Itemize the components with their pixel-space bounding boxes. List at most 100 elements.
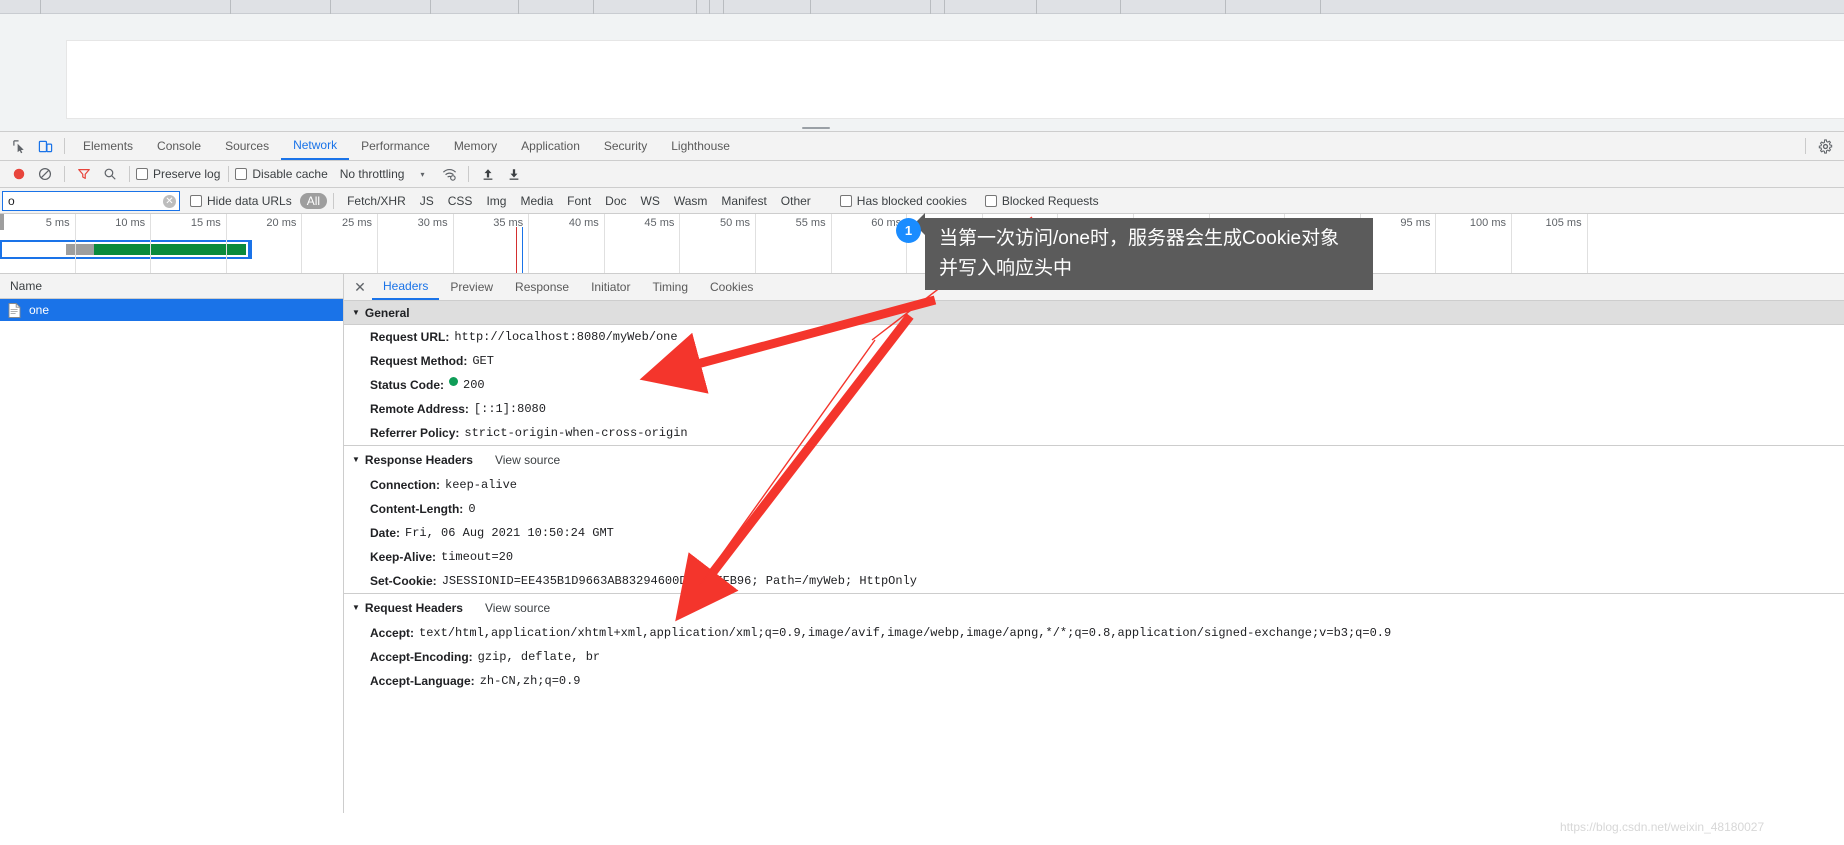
tab-network[interactable]: Network <box>281 132 350 160</box>
filter-type-css[interactable]: CSS <box>441 193 480 209</box>
detail-tab-preview[interactable]: Preview <box>439 274 504 300</box>
hide-data-urls-checkbox[interactable]: Hide data URLs <box>190 194 292 208</box>
import-har-up-arrow-icon[interactable] <box>475 161 501 187</box>
request-row-one[interactable]: one <box>0 299 343 321</box>
search-input[interactable] <box>2 190 180 211</box>
row-accept-language: Accept-Language: zh-CN,zh;q=0.9 <box>344 669 1844 693</box>
ruler-tick-label: 75 ms <box>1098 217 1128 229</box>
export-har-down-arrow-icon[interactable] <box>501 161 527 187</box>
ruler-tick-label: 30 ms <box>417 217 448 229</box>
filter-type-doc[interactable]: Doc <box>598 193 633 209</box>
filter-type-img[interactable]: Img <box>479 193 513 209</box>
disable-cache-checkbox[interactable]: Disable cache <box>235 167 328 181</box>
preserve-log-box[interactable] <box>136 168 148 180</box>
ruler-tick-label: 25 ms <box>342 217 372 229</box>
settings-gear-icon[interactable] <box>1812 133 1838 159</box>
triangle-collapse-icon-response[interactable]: ▼ <box>352 455 360 464</box>
tab-lighthouse[interactable]: Lighthouse <box>659 132 742 160</box>
detail-tab-headers[interactable]: Headers <box>372 274 440 300</box>
ruler-tick-line <box>1057 214 1059 273</box>
ruler-tick-label: 95 ms <box>1400 217 1431 229</box>
tab-security[interactable]: Security <box>592 132 659 160</box>
filter-type-ws[interactable]: WS <box>634 193 667 209</box>
detail-tab-timing[interactable]: Timing <box>641 274 699 300</box>
netbar-divider-3 <box>228 166 230 182</box>
network-conditions-icon[interactable] <box>436 161 462 187</box>
request-name-label: one <box>29 303 50 317</box>
browser-tabstrip[interactable] <box>0 0 1844 14</box>
request-detail-pane: ✕ Headers Preview Response Initiator Tim… <box>344 274 1844 813</box>
filter-type-all[interactable]: All <box>299 192 328 209</box>
triangle-collapse-icon-request[interactable]: ▼ <box>352 603 360 612</box>
key-date: Date: <box>370 526 401 540</box>
hide-data-urls-label: Hide data URLs <box>207 193 292 208</box>
disable-cache-box[interactable] <box>235 168 248 180</box>
tab-console[interactable]: Console <box>145 132 213 160</box>
inspect-element-icon[interactable] <box>6 133 32 159</box>
preserve-log-checkbox[interactable]: Preserve log <box>136 167 220 181</box>
has-blocked-cookies-checkbox[interactable]: Has blocked cookies <box>839 194 967 208</box>
filter-type-js[interactable]: JS <box>413 193 441 209</box>
filter-type-media[interactable]: Media <box>513 193 560 209</box>
filter-type-font[interactable]: Font <box>560 193 598 209</box>
view-source-request[interactable]: View source <box>485 601 550 615</box>
ruler-tick-line <box>679 214 681 273</box>
filter-type-other[interactable]: Other <box>774 193 818 209</box>
section-header-general[interactable]: ▼ General <box>344 301 1844 325</box>
detail-tab-initiator[interactable]: Initiator <box>580 274 641 300</box>
section-title-response-headers: Response Headers <box>364 452 473 467</box>
ruler-tick-label: 55 ms <box>795 217 826 229</box>
chevron-down-icon[interactable]: ▾ <box>420 170 424 179</box>
ruler-tick-label: 20 ms <box>266 217 297 229</box>
detail-tab-cookies[interactable]: Cookies <box>699 274 764 300</box>
clear-filter-icon[interactable]: ✕ <box>163 194 176 208</box>
devtools-tabbar: Elements Console Sources Network Perform… <box>0 132 1844 161</box>
section-title-general: General <box>364 305 410 320</box>
ruler-tick-line <box>452 214 454 273</box>
ruler-tick-line <box>225 214 227 273</box>
overview-dcl-marker <box>516 227 517 273</box>
section-header-request-headers[interactable]: ▼ Request Headers View source <box>344 593 1844 621</box>
section-title-request-headers: Request Headers <box>364 600 463 615</box>
row-request-method: Request Method: GET <box>344 349 1844 373</box>
section-header-response-headers[interactable]: ▼ Response Headers View source <box>344 445 1844 473</box>
preserve-log-label: Preserve log <box>153 167 221 181</box>
tab-memory[interactable]: Memory <box>442 132 509 160</box>
request-list-header[interactable]: Name <box>0 274 343 299</box>
tab-performance[interactable]: Performance <box>349 132 442 160</box>
device-toolbar-icon[interactable] <box>32 133 58 159</box>
detail-tab-response[interactable]: Response <box>504 274 580 300</box>
filter-type-wasm[interactable]: Wasm <box>667 193 715 209</box>
tab-elements[interactable]: Elements <box>71 132 145 160</box>
throttling-dropdown[interactable]: No throttling ▾ <box>340 167 425 181</box>
clear-no-entry-icon[interactable] <box>32 161 58 187</box>
browser-toolbar-area <box>0 14 1844 134</box>
record-circle-icon[interactable] <box>6 161 32 187</box>
network-overview-timeline[interactable]: 5 ms 10 ms 15 ms 20 ms 25 ms 30 ms 35 ms 40 ms 4… <box>0 214 1844 274</box>
ruler-tick-label: 90 ms <box>1324 217 1355 229</box>
ruler-tick-label: 15 ms <box>190 217 221 229</box>
filter-funnel-icon[interactable] <box>71 161 97 187</box>
column-header-name: Name <box>10 279 43 293</box>
key-accept-language: Accept-Language: <box>370 674 475 688</box>
hide-data-urls-box[interactable] <box>190 194 202 207</box>
view-source-response[interactable]: View source <box>495 453 560 467</box>
blocked-requests-checkbox[interactable]: Blocked Requests <box>984 193 1099 208</box>
ruler-tick-line <box>1133 214 1134 273</box>
devtools-panel: Elements Console Sources Network Perform… <box>0 131 1844 845</box>
close-icon[interactable]: ✕ <box>348 274 372 300</box>
row-request-url: Request URL: http://localhost:8080/myWeb… <box>344 325 1844 349</box>
tab-application[interactable]: Application <box>509 132 592 160</box>
tab-sources[interactable]: Sources <box>213 132 281 160</box>
search-magnifier-icon[interactable] <box>97 161 123 187</box>
toolbar-divider <box>64 138 65 154</box>
triangle-collapse-icon[interactable]: ▼ <box>352 308 360 317</box>
has-blocked-cookies-box[interactable] <box>839 194 852 207</box>
blocked-requests-label: Blocked Requests <box>1001 193 1099 208</box>
filter-type-fetch-xhr[interactable]: Fetch/XHR <box>340 193 413 209</box>
ruler-tick-label: 45 ms <box>644 217 675 229</box>
blocked-requests-box[interactable] <box>984 194 997 207</box>
overview-download-segment <box>94 244 246 255</box>
filter-type-manifest[interactable]: Manifest <box>714 193 773 209</box>
ruler-tick-line <box>830 214 832 273</box>
